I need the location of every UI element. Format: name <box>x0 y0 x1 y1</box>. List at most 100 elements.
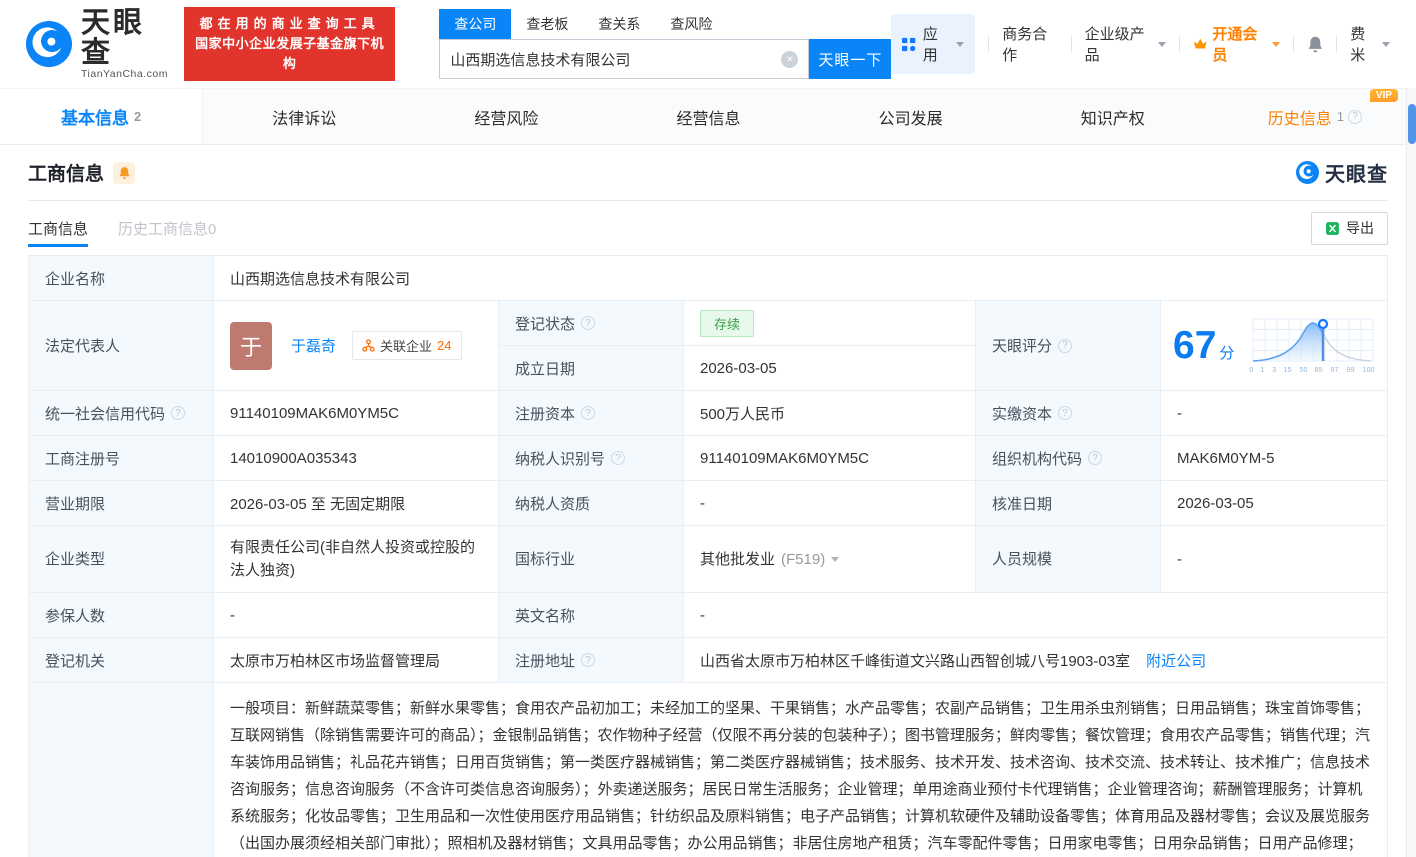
tianyan-score-cell[interactable]: 67 分 <box>1161 301 1387 391</box>
legal-rep-name-link[interactable]: 于磊奇 <box>291 335 336 356</box>
search-button[interactable]: 天眼一下 <box>809 39 891 79</box>
axis-tick: 1 <box>1261 365 1265 373</box>
chevron-down-icon <box>1272 42 1280 51</box>
tab-label: 知识产权 <box>1081 105 1145 129</box>
tab-intellectual-property[interactable]: 知识产权 <box>1012 89 1214 144</box>
legal-rep-avatar[interactable]: 于 <box>230 322 272 370</box>
vip-badge: VIP <box>1370 89 1398 102</box>
apps-menu[interactable]: 应用 <box>891 14 975 74</box>
insured-count-label: 参保人数 <box>29 593 214 638</box>
registered-address-label: 注册地址 ? <box>499 638 684 683</box>
username: 费米 <box>1350 23 1377 65</box>
crown-icon <box>1193 37 1208 51</box>
tab-legal-litigation[interactable]: 法律诉讼 <box>203 89 405 144</box>
field-label: 注册地址 <box>515 650 575 671</box>
axis-tick: 85 <box>1315 365 1323 373</box>
promo-line1: 都在用的商业查询工具 <box>194 14 386 34</box>
field-label: 参保人数 <box>45 605 105 626</box>
scrollbar-thumb[interactable] <box>1408 104 1416 144</box>
vertical-scrollbar[interactable] <box>1406 88 1416 857</box>
open-vip-button[interactable]: 开通会员 <box>1193 23 1280 65</box>
score-distribution-chart: 0131550859799100 <box>1249 317 1375 374</box>
nav-enterprise-products[interactable]: 企业级产品 <box>1085 23 1166 65</box>
tab-history-info[interactable]: 历史信息 1 ? VIP <box>1214 89 1416 144</box>
related-companies-button[interactable]: 关联企业 24 <box>352 331 461 360</box>
vip-label: 开通会员 <box>1212 23 1266 65</box>
search-tab-boss[interactable]: 查老板 <box>511 9 583 39</box>
help-icon[interactable]: ? <box>611 451 625 465</box>
promo-banner: 都在用的商业查询工具 国家中小企业发展子基金旗下机构 <box>184 7 396 81</box>
business-term-value: 2026-03-05 至 无固定期限 <box>214 481 499 526</box>
help-icon[interactable]: ? <box>1058 339 1072 353</box>
registration-status-label: 登记状态 ? <box>499 301 684 346</box>
established-date-label: 成立日期 <box>499 346 684 391</box>
field-label: 组织机构代码 <box>992 448 1082 469</box>
taxpayer-qualification-label: 纳税人资质 <box>499 481 684 526</box>
tianyancha-logo-icon <box>1296 161 1319 184</box>
table-row: 统一社会信用代码 ? 91140109MAK6M0YM5C 注册资本 ? 500… <box>29 391 1387 436</box>
field-value: 14010900A035343 <box>230 450 357 467</box>
search-row: × 天眼一下 <box>439 39 891 79</box>
nav-cooperation[interactable]: 商务合作 <box>1002 23 1057 65</box>
registration-authority-value: 太原市万柏林区市场监督管理局 <box>214 638 499 683</box>
field-label: 纳税人资质 <box>515 493 590 514</box>
help-icon[interactable]: ? <box>171 406 185 420</box>
field-value: - <box>700 495 705 512</box>
english-name-value: - <box>684 593 1387 638</box>
field-value: 91140109MAK6M0YM5C <box>700 450 869 467</box>
field-label: 企业类型 <box>45 548 105 571</box>
help-icon[interactable]: ? <box>581 406 595 420</box>
section-title-group: 工商信息 <box>28 159 135 186</box>
axis-tick: 99 <box>1346 365 1354 373</box>
clear-search-icon[interactable]: × <box>781 51 798 68</box>
registration-status-value: 存续 <box>684 301 976 346</box>
company-name-value: 山西期选信息技术有限公司 <box>214 256 1387 301</box>
tab-label: 公司发展 <box>879 105 943 129</box>
chevron-down-icon <box>1158 42 1166 51</box>
help-icon[interactable]: ? <box>1058 406 1072 420</box>
approval-date-label: 核准日期 <box>976 481 1161 526</box>
field-label: 核准日期 <box>992 493 1052 514</box>
field-value: - <box>700 607 705 624</box>
divider <box>988 36 989 52</box>
tianyancha-logo-icon <box>26 21 72 67</box>
subscribe-bell-button[interactable] <box>113 162 135 184</box>
chevron-down-icon[interactable] <box>831 557 839 566</box>
tianyancha-logo[interactable]: 天眼查 TianYanCha.com <box>26 8 169 81</box>
table-row: 营业期限 2026-03-05 至 无固定期限 纳税人资质 - 核准日期 202… <box>29 481 1387 526</box>
field-value: - <box>1177 405 1182 422</box>
credit-code-label: 统一社会信用代码 ? <box>29 391 214 436</box>
chevron-down-icon <box>956 42 964 51</box>
help-icon[interactable]: ? <box>1348 110 1362 124</box>
tab-operation-risk[interactable]: 经营风险 <box>405 89 607 144</box>
help-icon[interactable]: ? <box>581 316 595 330</box>
business-scope-label: 经营范围 ? <box>29 683 214 857</box>
field-value: 山西期选信息技术有限公司 <box>230 268 410 289</box>
search-tab-company[interactable]: 查公司 <box>439 9 511 39</box>
main-content: 工商信息 天眼查 工商信息 历史工商信息0 <box>0 145 1416 857</box>
registered-capital-value: 500万人民币 <box>684 391 976 436</box>
top-nav: 应用 商务合作 企业级产品 开通会员 费米 <box>891 14 1390 74</box>
search-tab-relation[interactable]: 查关系 <box>583 9 655 39</box>
legal-rep-cell: 于 于磊奇 关联企业 24 <box>214 301 499 391</box>
axis-tick: 15 <box>1283 365 1291 373</box>
subtab-business-registration[interactable]: 工商信息 <box>28 201 88 255</box>
tab-business-info[interactable]: 经营信息 <box>607 89 809 144</box>
nearby-companies-link[interactable]: 附近公司 <box>1146 650 1206 671</box>
subtab-history-registration[interactable]: 历史工商信息0 <box>118 201 216 255</box>
help-icon[interactable]: ? <box>581 653 595 667</box>
divider <box>1293 36 1294 52</box>
notification-bell-icon[interactable] <box>1307 35 1324 54</box>
tab-basic-info[interactable]: 基本信息 2 <box>0 89 203 144</box>
search-input[interactable] <box>450 51 781 68</box>
help-icon[interactable]: ? <box>1088 451 1102 465</box>
search-tab-risk[interactable]: 查风险 <box>655 9 727 39</box>
subtab-row: 工商信息 历史工商信息0 导出 <box>28 201 1388 255</box>
user-menu[interactable]: 费米 <box>1350 23 1390 65</box>
taxpayer-id-value: 91140109MAK6M0YM5C <box>684 436 976 481</box>
org-code-label: 组织机构代码 ? <box>976 436 1161 481</box>
export-button[interactable]: 导出 <box>1311 212 1388 245</box>
registration-number-label: 工商注册号 <box>29 436 214 481</box>
registration-number-value: 14010900A035343 <box>214 436 499 481</box>
tab-company-development[interactable]: 公司发展 <box>810 89 1012 144</box>
